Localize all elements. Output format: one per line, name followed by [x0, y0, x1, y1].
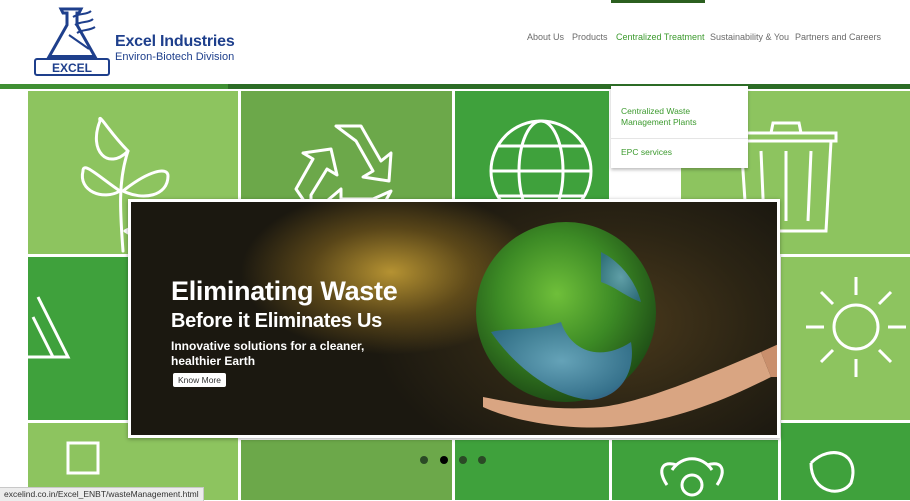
dropdown-divider: [611, 138, 748, 139]
carousel-dot-3[interactable]: [459, 456, 467, 464]
flower-icon: [660, 457, 724, 497]
nav-partners-careers[interactable]: Partners and Careers: [795, 32, 881, 42]
logo-text: EXCEL: [52, 61, 92, 75]
header-rule: [0, 84, 910, 89]
hero-headline: Eliminating Waste: [171, 276, 398, 306]
nav-active-indicator: [611, 0, 705, 3]
hero-tagline: Innovative solutions for a cleaner, heal…: [171, 339, 365, 368]
tile: [781, 423, 910, 500]
centralized-treatment-dropdown: Centralized Waste Management Plants EPC …: [611, 86, 748, 168]
tile: [781, 257, 910, 420]
main-nav: About Us Products Centralized Treatment …: [0, 32, 910, 46]
carousel-dot-1[interactable]: [420, 456, 428, 464]
brand-subtitle: Environ-Biotech Division: [115, 51, 235, 63]
carousel-dot-4[interactable]: [478, 456, 486, 464]
nav-sustainability[interactable]: Sustainability & You: [710, 32, 789, 42]
site-header: EXCEL Excel Industries Environ-Biotech D…: [0, 0, 910, 89]
dropdown-item-waste-plants[interactable]: Centralized Waste Management Plants: [621, 106, 739, 128]
nav-products[interactable]: Products: [572, 32, 608, 42]
tile: [241, 440, 452, 500]
sun-icon: [806, 277, 906, 377]
hero-subheadline: Before it Eliminates Us: [171, 310, 382, 332]
know-more-button[interactable]: Know More: [173, 373, 226, 387]
nav-centralized-treatment[interactable]: Centralized Treatment: [616, 32, 705, 42]
tile: [455, 440, 609, 500]
nav-about-us[interactable]: About Us: [527, 32, 564, 42]
browser-status-bar: excelind.co.in/Excel_ENBT/wasteManagemen…: [0, 487, 204, 501]
carousel-dot-2[interactable]: [440, 456, 448, 464]
dropdown-item-epc[interactable]: EPC services: [621, 147, 739, 158]
tile: [612, 440, 778, 500]
hero-banner: Eliminating Waste Before it Eliminates U…: [128, 199, 780, 438]
